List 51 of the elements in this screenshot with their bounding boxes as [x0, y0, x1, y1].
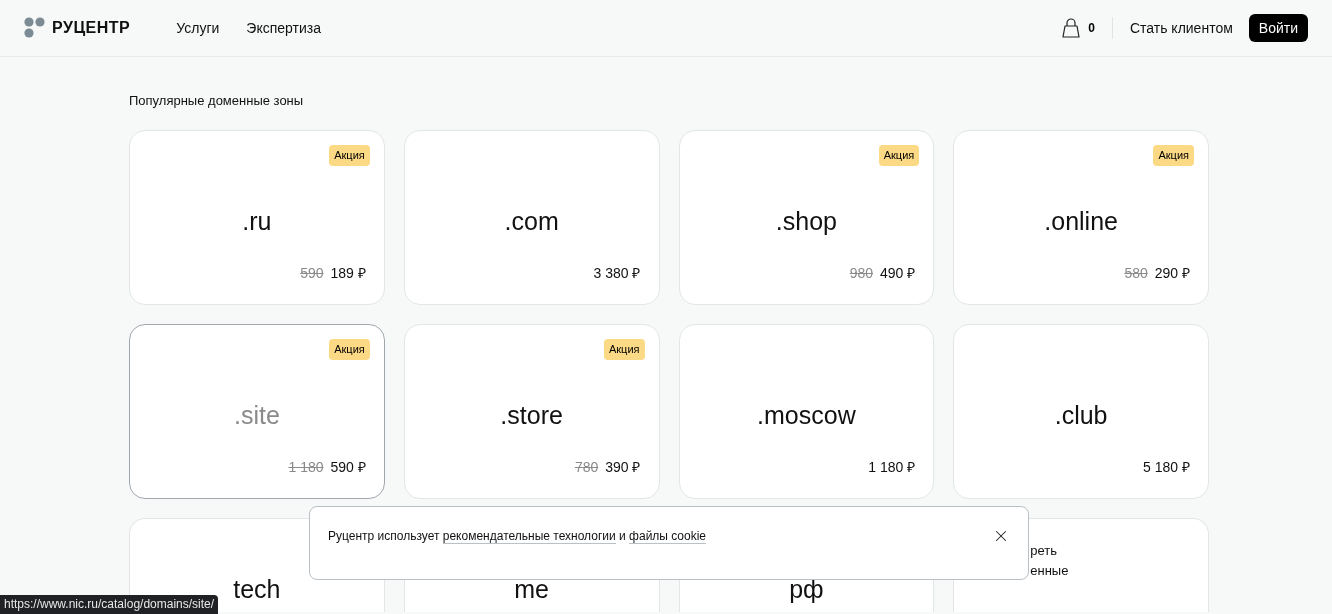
domain-card[interactable]: .moscow 1 180 ₽ [678, 324, 935, 499]
price: 290 ₽ [1154, 264, 1190, 283]
promo-badge: Акция [329, 339, 370, 360]
card-text: реть [1030, 542, 1057, 560]
cart-count: 0 [1088, 20, 1095, 37]
section-title: Популярные доменные зоны [129, 93, 305, 109]
domain-name: .ru [242, 206, 272, 237]
price: 1 180 ₽ [868, 458, 916, 477]
domain-name: .site [233, 400, 280, 431]
login-button[interactable]: Войти [1248, 14, 1308, 42]
domain-card[interactable]: .com 3 380 ₽ [403, 130, 660, 305]
shopping-bag-icon[interactable] [1062, 18, 1081, 38]
recommendation-tech-link[interactable]: рекомендательные технологии [442, 529, 616, 544]
domain-name: .moscow [757, 400, 856, 431]
domain-name: .com [504, 206, 559, 237]
domain-name: рф [789, 573, 824, 605]
old-price: 580 [1124, 264, 1148, 283]
domain-name: .store [500, 400, 563, 431]
price: 490 ₽ [880, 264, 916, 283]
price: 5 180 ₽ [1143, 458, 1190, 477]
promo-badge: Акция [603, 339, 645, 360]
domain-card[interactable]: Акция .shop 980 490 ₽ [678, 130, 935, 305]
domain-name: .shop [775, 206, 837, 237]
nav-link[interactable]: Услуги [176, 17, 220, 39]
promo-badge: Акция [878, 145, 920, 166]
domain-card[interactable]: Акция .ru 590 189 ₽ [129, 130, 385, 305]
status-url-tooltip: https://www.nic.ru/catalog/domains/site/ [0, 595, 219, 614]
promo-badge: Акция [329, 145, 370, 166]
domain-card[interactable]: .club 5 180 ₽ [953, 324, 1209, 499]
old-price: 1 180 [288, 458, 324, 477]
logo-text[interactable]: РУЦЕНТР [52, 16, 131, 40]
card-text: енные [1030, 562, 1069, 580]
old-price: 590 [300, 264, 324, 283]
old-price: 980 [849, 264, 873, 283]
price: 590 ₽ [330, 458, 366, 477]
cookie-files-link[interactable]: файлы cookie [629, 529, 706, 544]
price: 3 380 ₽ [593, 264, 641, 283]
domain-card[interactable]: Акция .site 1 180 590 ₽ [129, 324, 385, 499]
old-price: 780 [574, 458, 599, 477]
price: 390 ₽ [605, 458, 641, 477]
nav-link[interactable]: Экспертиза [246, 17, 321, 39]
domain-card[interactable]: Акция .store 780 390 ₽ [403, 324, 660, 499]
become-client-link[interactable]: Стать клиентом [1129, 17, 1233, 39]
price: 189 ₽ [330, 264, 366, 283]
domain-name: .club [1054, 400, 1108, 431]
domain-name: .online [1044, 206, 1118, 237]
domain-name: tech [233, 573, 281, 605]
logo-icon [24, 17, 46, 39]
promo-badge: Акция [1153, 145, 1194, 166]
domain-card[interactable]: Акция .online 580 290 ₽ [953, 130, 1209, 305]
domain-name: me [514, 573, 549, 605]
